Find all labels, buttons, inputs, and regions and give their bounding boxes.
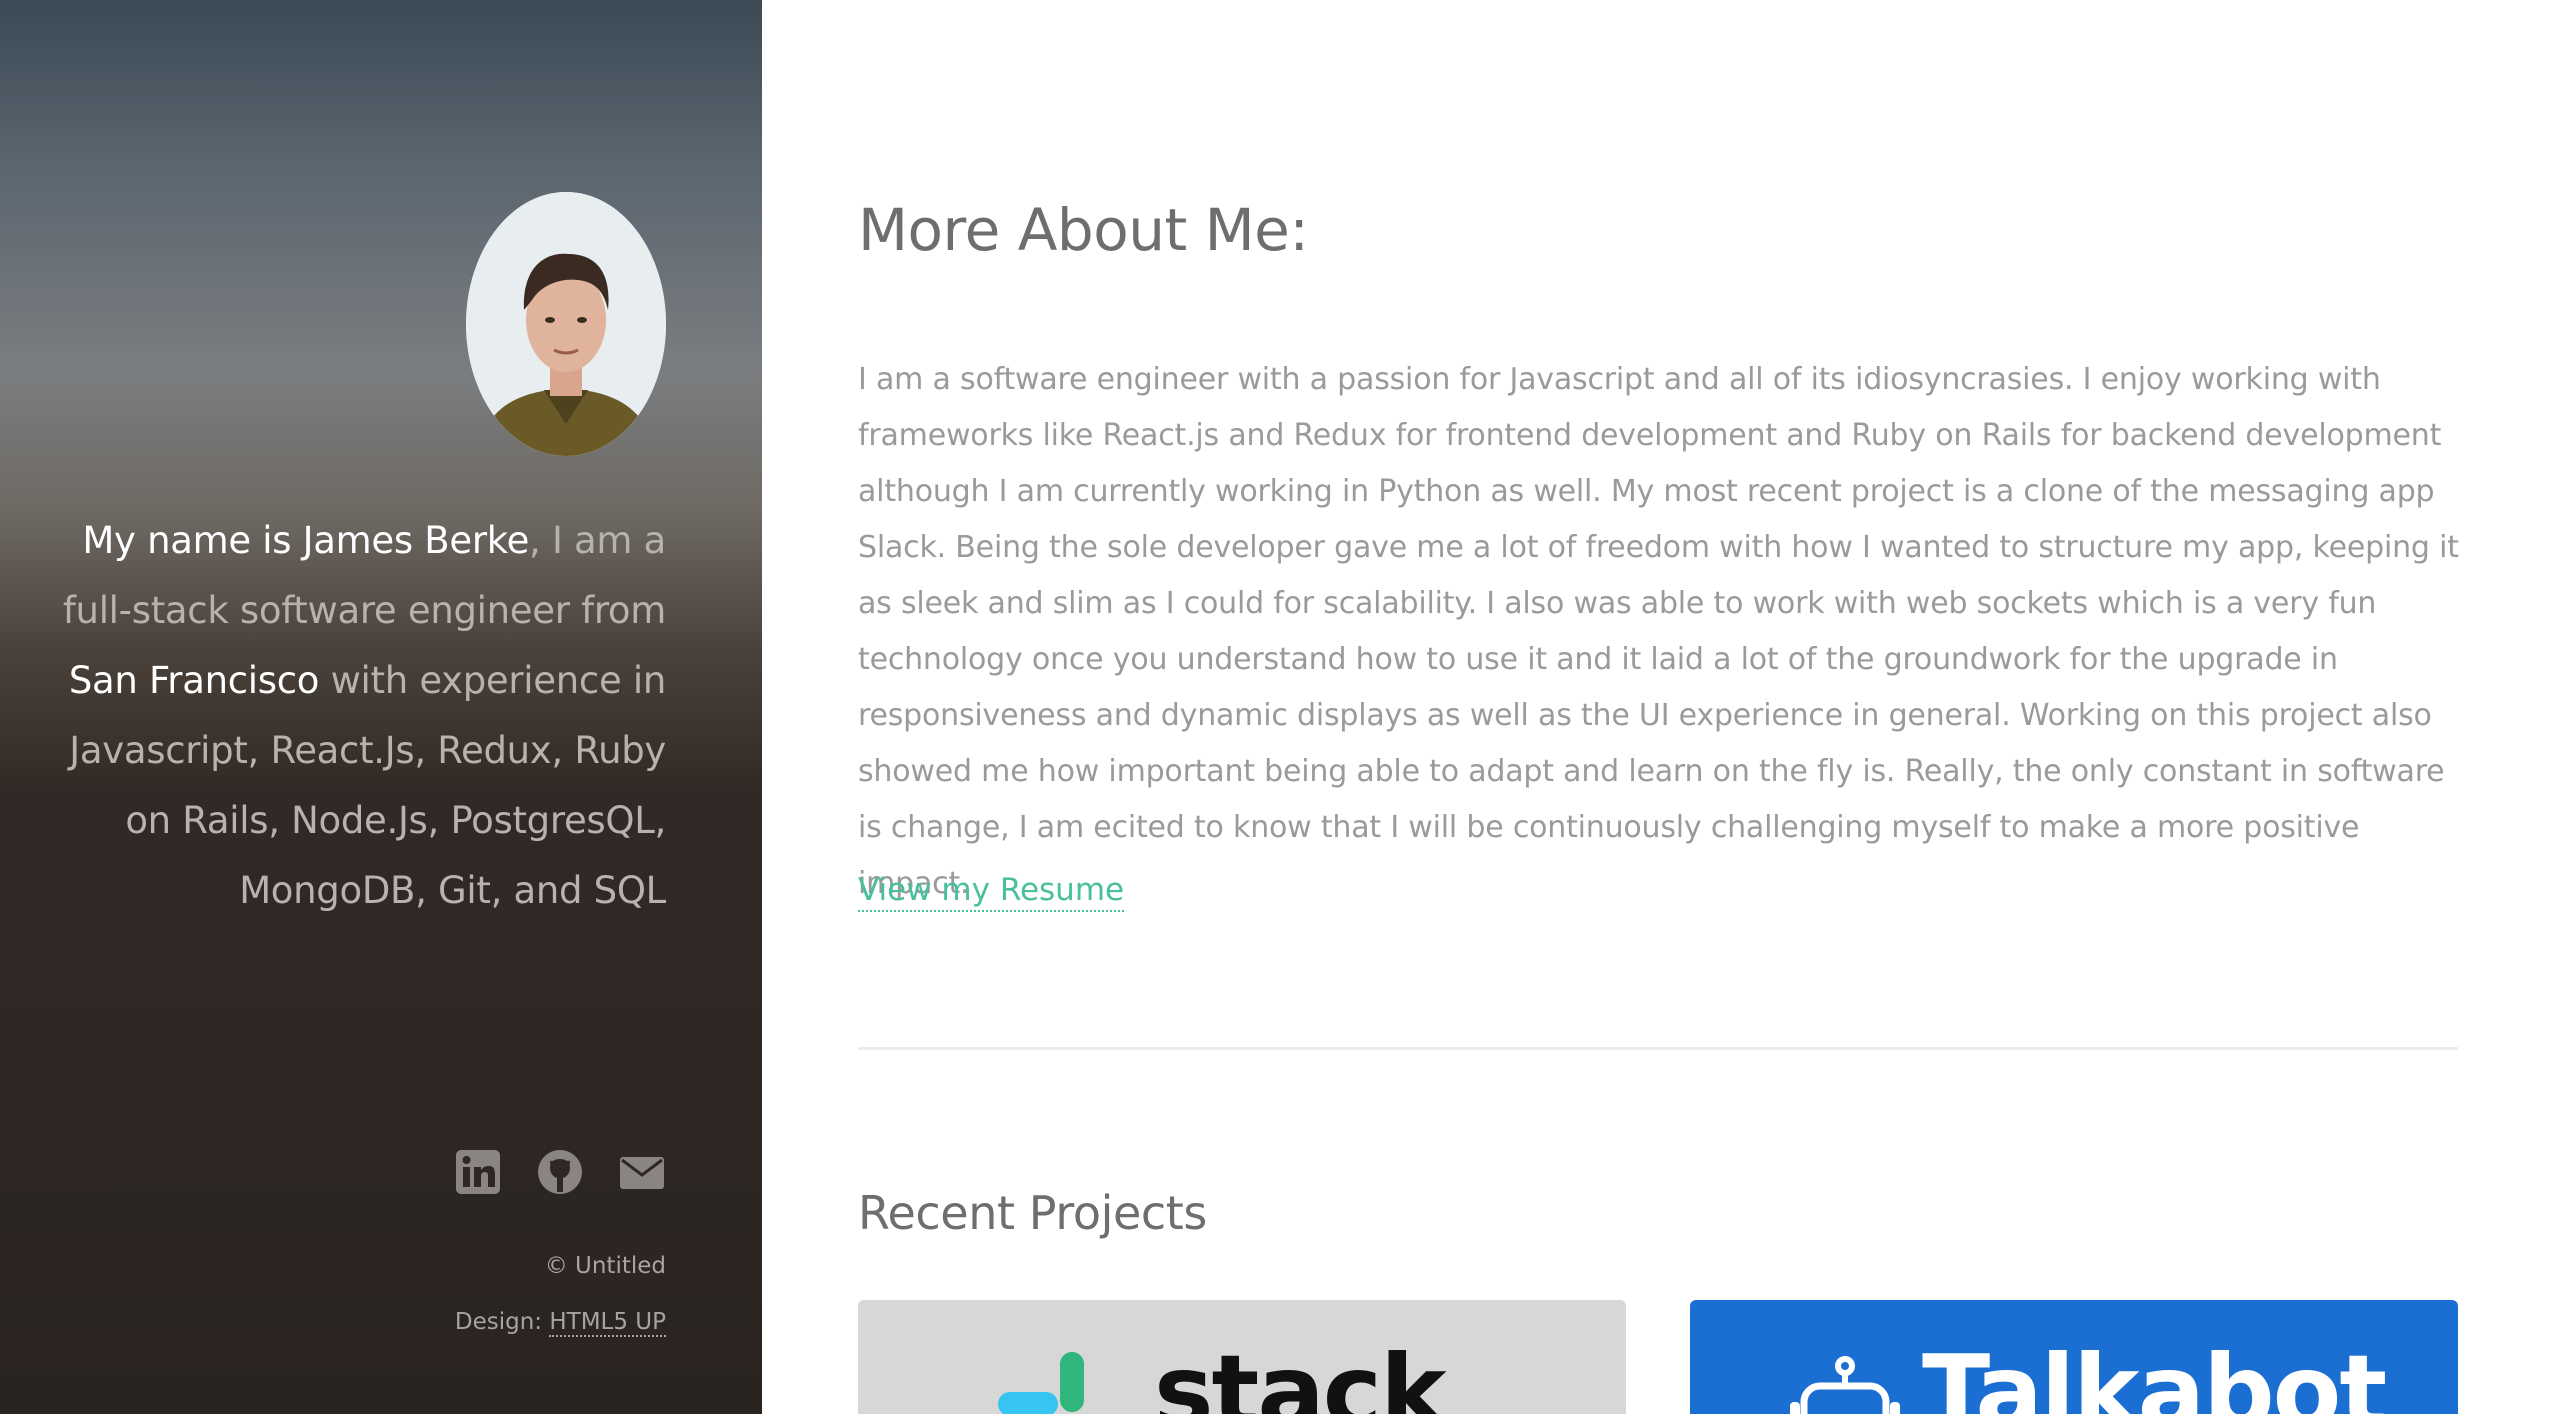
design-credit-link[interactable]: HTML5 UP xyxy=(549,1309,666,1337)
bio-name: My name is James Berke xyxy=(82,519,530,562)
project-logo-text: Talkabot xyxy=(1922,1333,2387,1414)
sidebar-footer: © Untitled Design: HTML5 UP xyxy=(66,1246,666,1342)
resume-link[interactable]: View my Resume xyxy=(858,870,1125,912)
sidebar: My name is James Berke, I am a full-stac… xyxy=(0,0,762,1414)
main-content: More About Me: I am a software engineer … xyxy=(762,0,2554,1414)
avatar xyxy=(466,192,666,456)
design-credit: Design: HTML5 UP xyxy=(66,1302,666,1342)
slack-logo-icon xyxy=(998,1352,1084,1414)
project-card-talkabot[interactable]: Talkabot xyxy=(1690,1300,2458,1414)
social-links xyxy=(454,1148,666,1196)
design-label: Design: xyxy=(454,1309,550,1335)
profile-photo xyxy=(466,192,666,456)
envelope-icon[interactable] xyxy=(618,1148,666,1196)
about-paragraph: I am a software engineer with a passion … xyxy=(858,362,2459,901)
about-heading: More About Me: xyxy=(858,196,1309,264)
linkedin-icon[interactable] xyxy=(454,1148,502,1196)
copyright-text: © Untitled xyxy=(544,1253,666,1279)
project-card-slack-clone[interactable]: stack xyxy=(858,1300,1626,1414)
section-divider xyxy=(858,1047,2458,1050)
project-logo-text: stack xyxy=(1154,1333,1447,1414)
projects-heading: Recent Projects xyxy=(858,1186,1207,1240)
bio-text: My name is James Berke, I am a full-stac… xyxy=(46,506,666,926)
robot-icon xyxy=(1790,1356,1900,1414)
github-icon[interactable] xyxy=(536,1148,584,1196)
bio-city: San Francisco xyxy=(68,659,320,702)
